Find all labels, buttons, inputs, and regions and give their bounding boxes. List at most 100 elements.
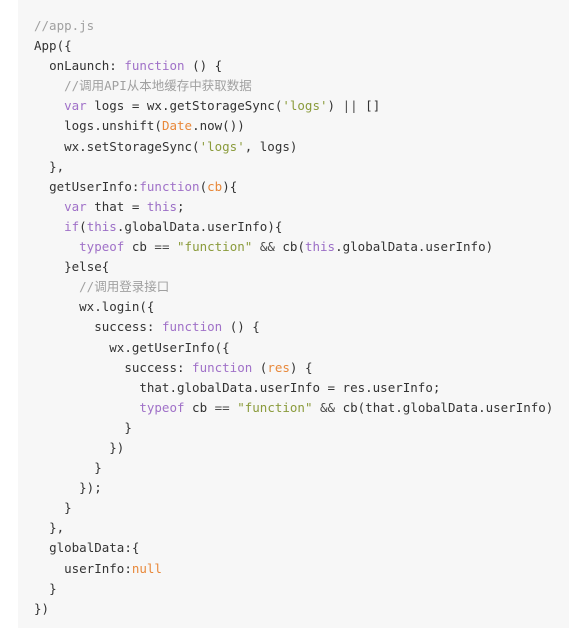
code-token-plain: }); bbox=[79, 480, 102, 496]
code-token-plain: wx.setStorageSync( bbox=[64, 138, 200, 154]
code-token-plain: that = bbox=[86, 198, 147, 214]
code-token-op: == bbox=[214, 399, 230, 415]
code-token-plain: .globalData.userInfo){ bbox=[116, 218, 283, 234]
code-line: wx.getUserInfo({ bbox=[18, 338, 569, 358]
code-token-plain: wx.getUserInfo({ bbox=[109, 339, 230, 355]
code-line: logs.unshift(Date.now()) bbox=[18, 116, 569, 136]
code-line: onLaunch: function () { bbox=[18, 56, 569, 76]
code-token-plain: ( bbox=[79, 218, 87, 234]
code-token-plain: }, bbox=[49, 158, 65, 174]
code-token-keyword: typeof bbox=[139, 399, 185, 415]
code-token-plain: () { bbox=[184, 58, 223, 74]
code-token-plain: () { bbox=[222, 319, 260, 335]
code-token-param: res bbox=[267, 359, 290, 375]
code-token-plain: } bbox=[49, 580, 57, 596]
code-token-plain: cb( bbox=[274, 239, 305, 255]
code-token-builtin: Date bbox=[161, 118, 193, 134]
code-token-keyword: var bbox=[64, 98, 87, 114]
code-token-keyword: function bbox=[139, 178, 200, 194]
code-line: }else{ bbox=[18, 257, 569, 277]
code-line: }) bbox=[18, 599, 569, 619]
code-line: if(this.globalData.userInfo){ bbox=[18, 217, 569, 237]
code-token-op: && bbox=[259, 239, 275, 255]
code-token-keyword: var bbox=[64, 198, 87, 214]
code-token-plain: globalData:{ bbox=[49, 540, 140, 556]
code-line: }, bbox=[18, 518, 569, 538]
code-line: wx.login({ bbox=[18, 297, 569, 317]
code-token-plain: wx.login({ bbox=[79, 299, 155, 315]
code-token-plain: userInfo: bbox=[64, 560, 132, 576]
code-line: }); bbox=[18, 478, 569, 498]
code-token-param: cb bbox=[207, 178, 223, 194]
code-token-plain: ){ bbox=[222, 178, 238, 194]
code-token-plain: logs = wx.getStorageSync( bbox=[86, 98, 283, 114]
code-token-comment: //app.js bbox=[34, 18, 95, 33]
code-line: globalData:{ bbox=[18, 538, 569, 558]
code-token-string: "function" bbox=[177, 239, 253, 255]
code-token-plain: [] bbox=[357, 98, 381, 114]
code-token-plain: cb bbox=[184, 399, 215, 415]
code-token-plain: } bbox=[64, 500, 72, 516]
code-line: getUserInfo:function(cb){ bbox=[18, 177, 569, 197]
code-token-op: && bbox=[320, 399, 336, 415]
code-line: } bbox=[18, 418, 569, 438]
code-token-plain: ) bbox=[327, 98, 343, 114]
code-token-plain: }) bbox=[109, 439, 125, 455]
code-token-plain: ) { bbox=[289, 359, 313, 375]
code-line: //app.js bbox=[18, 16, 569, 36]
code-token-plain: onLaunch: bbox=[49, 58, 125, 74]
code-token-plain: else bbox=[71, 259, 102, 275]
code-panel: //app.js App({ onLaunch: function () { /… bbox=[18, 0, 569, 628]
code-line: success: function (res) { bbox=[18, 358, 569, 378]
code-token-plain: , logs) bbox=[244, 138, 298, 154]
code-line: that.globalData.userInfo = res.userInfo; bbox=[18, 378, 569, 398]
code-token-plain: }, bbox=[49, 520, 65, 536]
code-token-plain: success: bbox=[124, 359, 193, 375]
code-token-plain: ( bbox=[199, 178, 208, 194]
code-line: } bbox=[18, 579, 569, 599]
code-token-string: 'logs' bbox=[282, 98, 328, 114]
code-token-plain: getUserInfo: bbox=[49, 178, 140, 194]
code-token-plain: { bbox=[101, 259, 110, 275]
code-line: typeof cb == "function" && cb(that.globa… bbox=[18, 398, 569, 418]
code-token-op: == bbox=[154, 239, 170, 255]
code-token-this: this bbox=[146, 198, 178, 214]
code-token-keyword: if bbox=[64, 218, 80, 234]
code-line: } bbox=[18, 498, 569, 518]
code-token-plain: success: bbox=[94, 319, 162, 335]
code-line: //调用API从本地缓存中获取数据 bbox=[18, 76, 569, 96]
code-token-plain: } bbox=[94, 460, 102, 476]
code-token-plain: logs.unshift( bbox=[64, 118, 162, 134]
code-token-plain: ( bbox=[252, 359, 268, 375]
code-token-plain: .globalData.userInfo) bbox=[335, 239, 494, 255]
code-token-plain: ; bbox=[177, 198, 185, 214]
code-token-comment: //调用API从本地缓存中获取数据 bbox=[64, 78, 252, 94]
code-token-string: 'logs' bbox=[199, 138, 245, 154]
code-token-plain: App({ bbox=[34, 38, 72, 54]
code-token-plain: that.globalData.userInfo = res.userInfo; bbox=[139, 379, 441, 395]
code-token-op: || bbox=[342, 98, 358, 114]
code-line: userInfo:null bbox=[18, 559, 569, 579]
code-line: }) bbox=[18, 438, 569, 458]
code-token-plain: }) bbox=[34, 600, 50, 616]
code-token-keyword: function bbox=[192, 359, 253, 375]
code-token-keyword: function bbox=[161, 319, 223, 335]
code-token-keyword: function bbox=[124, 58, 185, 74]
code-line: typeof cb == "function" && cb(this.globa… bbox=[18, 237, 569, 257]
code-token-plain: } bbox=[64, 259, 72, 275]
code-token-plain: cb bbox=[124, 239, 155, 255]
code-token-plain: } bbox=[124, 419, 132, 435]
code-block: //app.js App({ onLaunch: function () { /… bbox=[18, 16, 569, 619]
code-line: App({ bbox=[18, 36, 569, 56]
code-token-this: this bbox=[86, 218, 117, 234]
code-token-this: this bbox=[304, 239, 336, 255]
code-line: var logs = wx.getStorageSync('logs') || … bbox=[18, 96, 569, 116]
code-token-comment: //调用登录接口 bbox=[79, 279, 170, 295]
code-token-keyword: typeof bbox=[79, 239, 125, 255]
code-line: success: function () { bbox=[18, 317, 569, 337]
code-line: wx.setStorageSync('logs', logs) bbox=[18, 137, 569, 157]
code-content: //app.js App({ onLaunch: function () { /… bbox=[18, 16, 569, 619]
